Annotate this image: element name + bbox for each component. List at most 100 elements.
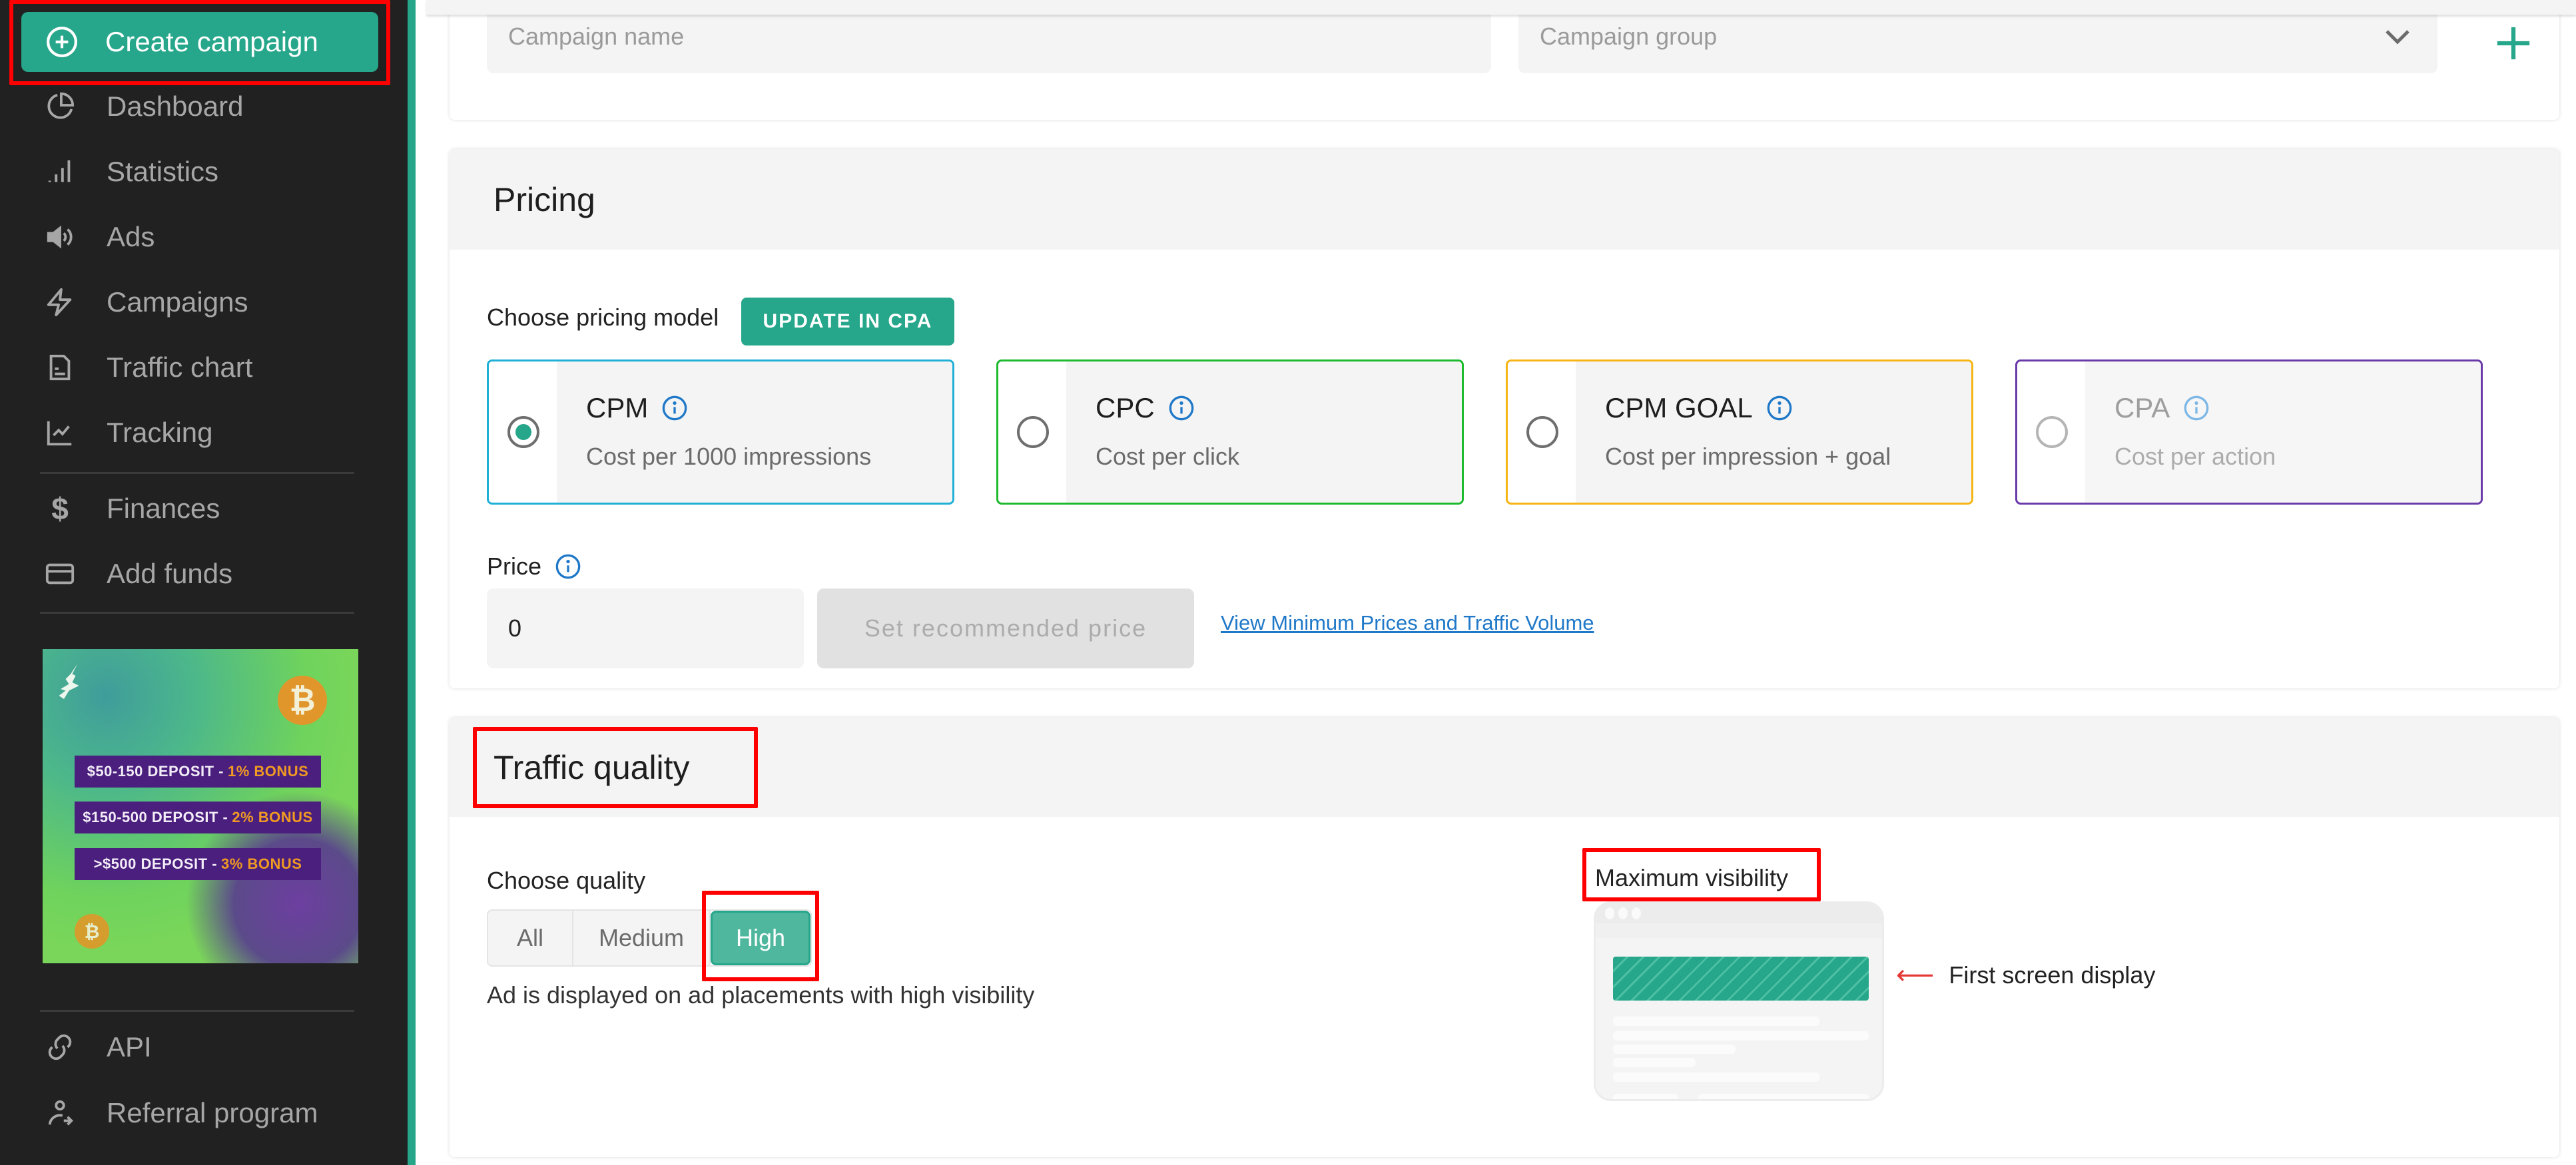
sidebar-divider [40,612,354,614]
pricing-option-cpa[interactable]: CPA Cost per action [2015,359,2483,505]
bitcoin-icon: ₿ [278,676,327,725]
option-description: Cost per impression + goal [1605,443,1891,470]
sidebar-item-ads[interactable]: Ads [40,210,155,264]
brand-logo-icon [59,664,79,699]
price-label: Price [487,553,581,581]
sidebar-item-campaigns[interactable]: Campaigns [40,276,248,329]
create-campaign-button[interactable]: Create campaign [21,12,378,72]
promo-row-text: $150-500 DEPOSIT - [83,809,228,825]
chevron-down-icon [2386,30,2410,45]
quality-option-high[interactable]: High [711,911,810,965]
promo-row-bonus: 2% BONUS [232,809,313,825]
campaign-info-card: Campaign group [450,0,2559,120]
sidebar-divider [40,472,354,474]
visibility-illustration [1594,901,1884,1101]
sidebar-item-finances[interactable]: $ Finances [40,482,220,535]
sidebar-item-dashboard[interactable]: Dashboard [40,80,243,133]
sidebar-item-label: Add funds [107,558,233,589]
option-description: Cost per action [2114,443,2276,470]
set-recommended-price-button[interactable]: Set recommended price [817,588,1194,668]
user-referral-icon [40,1093,80,1133]
promo-row-text: >$500 DEPOSIT - [93,855,218,872]
update-in-cpa-button[interactable]: UPDATE IN CPA [741,298,954,346]
signal-bars-icon [40,152,80,192]
quality-option-medium[interactable]: Medium [573,911,711,965]
sidebar-item-label: Finances [107,493,220,524]
traffic-quality-card: Traffic quality Choose quality All Mediu… [450,718,2559,1157]
sidebar-item-tracking[interactable]: Tracking [40,406,213,459]
pricing-title: Pricing [493,180,595,218]
option-title: CPC [1096,392,1195,424]
pricing-option-cpm-goal[interactable]: CPM GOAL Cost per impression + goal [1506,359,1973,505]
window-dot [1632,907,1641,919]
illustration-line [1613,1072,1819,1082]
sidebar-item-add-funds[interactable]: Add funds [40,547,232,600]
sidebar-divider [40,1010,354,1012]
speaker-icon [40,217,80,257]
sidebar-item-label: Ads [107,221,155,252]
promo-row: $50-150 DEPOSIT - 1% BONUS [75,756,321,788]
option-body [557,361,952,503]
option-body [1066,361,1462,503]
radio-button[interactable] [1017,416,1049,448]
create-campaign-label: Create campaign [105,26,318,57]
radio-button[interactable] [2036,416,2068,448]
promo-row-bonus: 3% BONUS [221,855,302,872]
sidebar-item-statistics[interactable]: Statistics [40,145,218,198]
promo-row: >$500 DEPOSIT - 3% BONUS [75,848,321,880]
illustration-band [1596,923,1882,938]
illustration-line [1698,1094,1869,1099]
traffic-quality-title: Traffic quality [493,748,690,786]
header-strip [426,0,2576,15]
info-icon[interactable] [1766,395,1793,421]
sidebar-item-api[interactable]: API [40,1021,152,1074]
option-title-text: CPC [1096,392,1155,423]
pricing-card: Pricing Choose pricing model UPDATE IN C… [450,149,2559,688]
pricing-option-cpc[interactable]: CPC Cost per click [996,359,1464,505]
view-minimum-prices-link[interactable]: View Minimum Prices and Traffic Volume [1221,611,1594,635]
radio-button[interactable] [507,416,539,448]
info-icon[interactable] [661,395,688,421]
option-description: Cost per click [1096,443,1240,470]
promo-banner[interactable]: ₿ $50-150 DEPOSIT - 1% BONUS $150-500 DE… [43,649,358,963]
campaign-group-placeholder: Campaign group [1540,23,1718,50]
sidebar-item-label: Traffic chart [107,351,253,383]
arrow-left-icon: ⟵ [1896,961,1935,990]
sidebar-item-label: Campaigns [107,286,248,318]
sidebar-item-label: Dashboard [107,91,244,122]
pricing-header: Pricing [450,149,2559,250]
option-title: CPA [2114,392,2210,424]
sidebar-item-label: API [107,1031,152,1062]
illustration-line [1613,1031,1869,1041]
bitcoin-icon: ₿ [75,914,109,949]
price-label-text: Price [487,553,542,580]
line-chart-icon [40,413,80,453]
add-group-button[interactable] [2494,24,2533,63]
illustration-ad-block [1613,957,1869,1001]
option-title: CPM [586,392,688,424]
sidebar-item-referral-program[interactable]: Referral program [40,1086,318,1140]
info-icon[interactable] [2183,395,2210,421]
illustration-line [1613,1045,1736,1054]
link-icon [40,1027,80,1067]
option-description: Cost per 1000 impressions [586,443,872,470]
price-input[interactable] [487,588,804,668]
pie-chart-icon [40,87,80,126]
pricing-option-cpm[interactable]: CPM Cost per 1000 impressions [487,359,954,505]
quality-segmented-control: All Medium High [487,909,812,967]
promo-row: $150-500 DEPOSIT - 2% BONUS [75,802,321,833]
credit-card-icon [40,554,80,594]
dollar-icon: $ [51,491,69,526]
sidebar-edge-accent [408,0,416,1165]
radio-button[interactable] [1526,416,1558,448]
illustration-line [1613,1017,1819,1026]
sidebar: Create campaign Dashboard Statistics Ads… [0,0,408,1165]
illustration-line [1613,1058,1696,1067]
info-icon[interactable] [555,553,581,580]
option-body [1576,361,1971,503]
option-title-text: CPM [586,392,649,423]
info-icon[interactable] [1168,395,1195,421]
quality-option-all[interactable]: All [488,911,573,965]
sidebar-item-traffic-chart[interactable]: Traffic chart [40,341,252,394]
option-title: CPM GOAL [1605,392,1793,424]
